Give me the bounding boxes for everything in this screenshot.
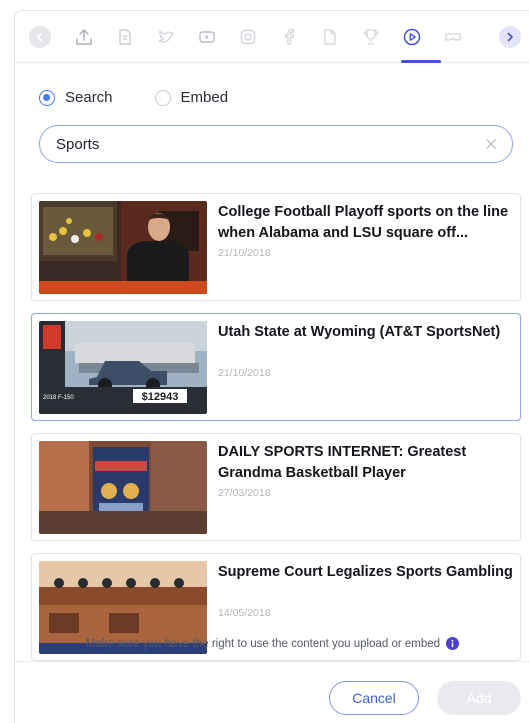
instagram-icon[interactable] <box>237 26 259 48</box>
giphy-icon[interactable] <box>114 26 136 48</box>
result-date: 21/10/2018 <box>218 247 271 259</box>
result-date: 14/05/2018 <box>218 607 271 619</box>
arrow-right-icon[interactable] <box>499 26 521 48</box>
video-thumbnail[interactable] <box>39 441 207 534</box>
twitter-icon[interactable] <box>155 26 177 48</box>
add-button[interactable]: Add <box>437 681 521 715</box>
result-card-3[interactable]: DAILY SPORTS INTERNET: Greatest Grandma … <box>31 433 521 541</box>
gif-trophy-icon[interactable] <box>360 26 382 48</box>
radio-search-label[interactable]: Search <box>65 89 113 106</box>
clear-search-icon[interactable] <box>484 137 498 151</box>
document-icon[interactable] <box>319 26 341 48</box>
video-thumbnail[interactable]: $12943 2018 F-150 <box>39 321 207 414</box>
thumbnail-price: $12943 <box>142 391 179 403</box>
footer-divider <box>15 661 529 662</box>
rights-notice-text: Make sure you have the right to use the … <box>85 637 441 650</box>
thumbnail-model: 2018 F-150 <box>43 395 74 401</box>
result-card-1[interactable]: College Football Playoff sports on the l… <box>31 193 521 301</box>
active-tab-indicator <box>401 60 441 63</box>
result-card-2[interactable]: $12943 2018 F-150 Utah State at Wyoming … <box>31 313 521 421</box>
upload-icon[interactable] <box>73 26 95 48</box>
facebook-icon[interactable] <box>278 26 300 48</box>
radio-embed[interactable]: Embed <box>154 89 229 106</box>
rights-notice: Make sure you have the right to use the … <box>15 637 529 650</box>
result-title[interactable]: Supreme Court Legalizes Sports Gambling <box>218 562 516 583</box>
radio-embed-label[interactable]: Embed <box>181 89 229 106</box>
results-list: College Football Playoff sports on the l… <box>31 193 521 673</box>
result-title[interactable]: DAILY SPORTS INTERNET: Greatest Grandma … <box>218 442 516 484</box>
youtube-icon[interactable] <box>196 26 218 48</box>
vr-headset-icon[interactable] <box>442 26 464 48</box>
result-title[interactable]: Utah State at Wyoming (AT&T SportsNet) <box>218 322 516 343</box>
search-input[interactable] <box>56 135 476 153</box>
result-date: 27/03/2018 <box>218 487 271 499</box>
mode-selector: Search Embed <box>39 89 270 106</box>
result-date: 21/10/2018 <box>218 367 271 379</box>
play-icon[interactable] <box>401 26 423 48</box>
cancel-button[interactable]: Cancel <box>329 681 419 715</box>
radio-search[interactable]: Search <box>39 89 113 106</box>
search-box[interactable] <box>39 125 513 163</box>
result-title[interactable]: College Football Playoff sports on the l… <box>218 202 516 244</box>
video-thumbnail[interactable] <box>39 201 207 294</box>
radio-search-dot[interactable] <box>39 89 55 106</box>
radio-embed-dot[interactable] <box>154 89 171 106</box>
info-icon[interactable] <box>446 637 460 650</box>
arrow-left-icon[interactable] <box>29 25 51 48</box>
media-dialog: Search Embed Sports College Football Pla… <box>14 10 529 723</box>
source-toolbar <box>15 11 529 63</box>
